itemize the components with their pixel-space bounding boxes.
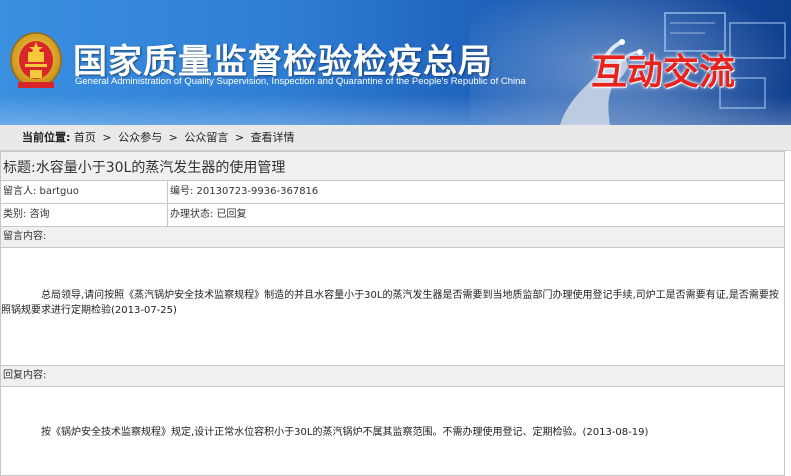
- message-title: 标题:水容量小于30L的蒸汽发生器的使用管理: [3, 160, 286, 176]
- breadcrumb-separator: >: [102, 131, 112, 144]
- breadcrumb-lead: 当前位置:: [22, 131, 71, 144]
- message-author: 留言人: bartguo: [1, 181, 168, 203]
- message-content: 总局领导,请问按照《蒸汽锅炉安全技术监察规程》制造的并且水容量小于30L的蒸汽发…: [1, 290, 779, 316]
- reply-content-row: 按《锅炉安全技术监察规程》规定,设计正常水位容积小于30L的蒸汽锅炉不属其监察范…: [1, 387, 784, 475]
- meta-row-1: 留言人: bartguo 编号: 20130723-9936-367816: [1, 181, 784, 204]
- section-title: 互动交流: [591, 52, 736, 93]
- breadcrumb-current: 查看详情: [250, 131, 295, 144]
- reply-content: 按《锅炉安全技术监察规程》规定,设计正常水位容积小于30L的蒸汽锅炉不属其监察范…: [41, 427, 649, 438]
- breadcrumb-public-messages-link[interactable]: 公众留言: [184, 131, 228, 144]
- message-category: 类别: 咨询: [1, 204, 168, 226]
- reply-label: 回复内容:: [1, 366, 784, 387]
- message-number: 编号: 20130723-9936-367816: [170, 186, 319, 197]
- header-banner: 国家质量监督检验检疫总局 General Administration of Q…: [0, 0, 791, 125]
- breadcrumb-separator: >: [234, 131, 245, 144]
- message-status: 办理状态: 已回复: [170, 209, 247, 220]
- message-detail-table: 标题:水容量小于30L的蒸汽发生器的使用管理 留言人: bartguo 编号: …: [0, 151, 785, 476]
- breadcrumb-home-link[interactable]: 首页: [74, 131, 96, 144]
- breadcrumb-public-participation-link[interactable]: 公众参与: [118, 131, 162, 144]
- breadcrumb: 当前位置: 首页 > 公众参与 > 公众留言 > 查看详情: [0, 125, 791, 151]
- message-title-row: 标题:水容量小于30L的蒸汽发生器的使用管理: [1, 152, 784, 181]
- meta-row-2: 类别: 咨询 办理状态: 已回复: [1, 204, 784, 227]
- content-label: 留言内容:: [1, 227, 784, 248]
- national-emblem-icon: [10, 32, 62, 88]
- message-content-row: 总局领导,请问按照《蒸汽锅炉安全技术监察规程》制造的并且水容量小于30L的蒸汽发…: [1, 248, 784, 366]
- breadcrumb-separator: >: [168, 131, 178, 144]
- site-subtitle: General Administration of Quality Superv…: [75, 76, 526, 87]
